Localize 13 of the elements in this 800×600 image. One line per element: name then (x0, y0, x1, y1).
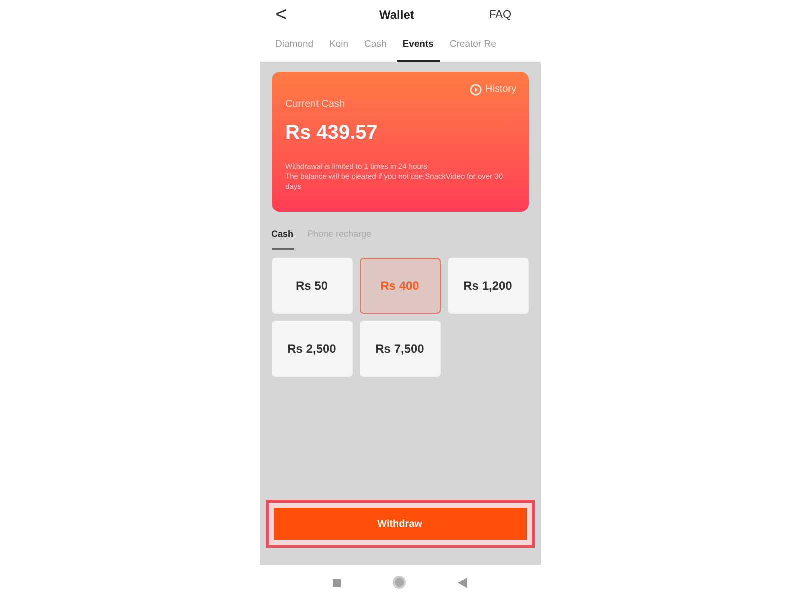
amount-option[interactable]: Rs 1,200 (448, 258, 528, 314)
balance-label: Current Cash (286, 98, 346, 112)
subtab[interactable]: Cash (272, 228, 294, 250)
home-nav-icon[interactable] (393, 576, 406, 589)
back-nav-icon[interactable] (458, 578, 467, 588)
back-button[interactable]: < (272, 5, 292, 25)
amount-option[interactable]: Rs 2,500 (272, 321, 352, 377)
square-nav-icon[interactable] (333, 578, 341, 586)
faq-link[interactable]: FAQ (490, 6, 512, 24)
balance-amount: Rs 439.57 (286, 121, 379, 146)
amount-option[interactable]: Rs 50 (272, 258, 352, 314)
amount-option[interactable]: Rs 7,500 (360, 321, 440, 377)
page-title: Wallet (380, 7, 414, 24)
